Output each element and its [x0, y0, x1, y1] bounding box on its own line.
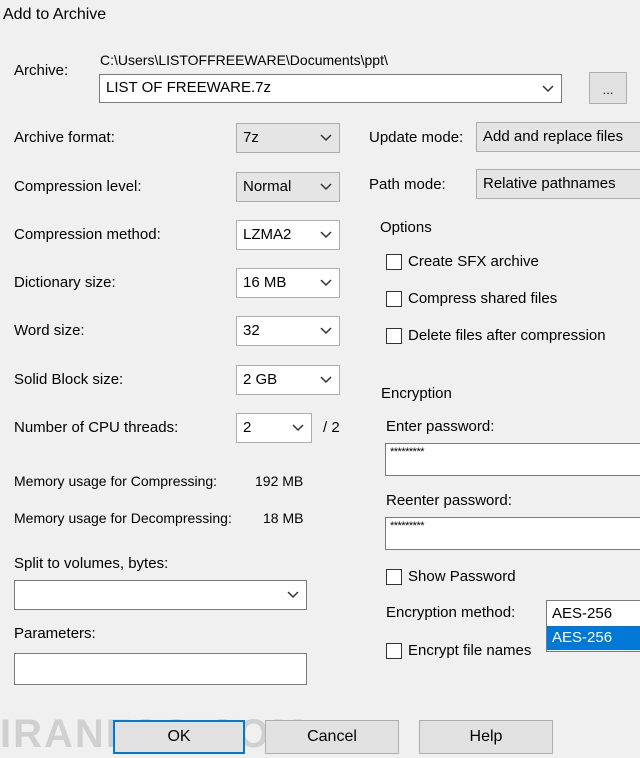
- cpu-threads-select[interactable]: 2: [236, 413, 312, 443]
- cpu-threads-label: Number of CPU threads:: [14, 419, 179, 436]
- create-sfx-label: Create SFX archive: [408, 253, 539, 270]
- ok-button[interactable]: OK: [113, 720, 245, 754]
- word-size-label: Word size:: [14, 322, 85, 339]
- archive-label: Archive:: [14, 62, 69, 79]
- chevron-down-icon: [320, 134, 332, 142]
- window-title: Add to Archive: [3, 6, 107, 23]
- compress-shared-checkbox[interactable]: [386, 291, 402, 307]
- archive-format-label: Archive format:: [14, 129, 115, 146]
- dictionary-size-select[interactable]: 16 MB: [236, 268, 340, 298]
- cpu-threads-max: / 2: [323, 419, 340, 436]
- word-size-value: 32: [243, 322, 260, 339]
- archive-format-select[interactable]: 7z: [236, 123, 340, 153]
- create-sfx-checkbox[interactable]: [386, 254, 402, 270]
- encryption-method-current: AES-256: [552, 605, 613, 622]
- chevron-down-icon: [320, 376, 332, 384]
- chevron-down-icon: [320, 183, 332, 191]
- chevron-down-icon: [320, 327, 332, 335]
- memory-compress-label: Memory usage for Compressing:: [14, 473, 218, 489]
- chevron-down-icon: [320, 279, 332, 287]
- solid-block-size-value: 2 GB: [243, 371, 278, 388]
- browse-button[interactable]: ...: [589, 72, 627, 104]
- options-title: Options: [380, 219, 432, 236]
- archive-name-combobox[interactable]: LIST OF FREEWARE.7z: [99, 74, 562, 103]
- update-mode-select[interactable]: Add and replace files: [476, 122, 640, 152]
- path-mode-select[interactable]: Relative pathnames: [476, 169, 640, 199]
- reenter-password-input[interactable]: *********: [385, 517, 640, 550]
- dictionary-size-label: Dictionary size:: [14, 274, 116, 291]
- parameters-input[interactable]: [14, 653, 307, 685]
- archive-path: C:\Users\LISTOFFREEWARE\Documents\ppt\: [100, 52, 388, 68]
- encryption-title: Encryption: [381, 385, 452, 402]
- cpu-threads-value: 2: [243, 419, 252, 436]
- delete-after-label: Delete files after compression: [408, 327, 606, 344]
- encryption-method-label: Encryption method:: [386, 604, 516, 621]
- memory-decompress-value: 18 MB: [263, 510, 304, 526]
- help-button[interactable]: Help: [419, 720, 553, 754]
- compression-method-label: Compression method:: [14, 226, 161, 243]
- show-password-checkbox[interactable]: [386, 569, 402, 585]
- compression-level-value: Normal: [243, 178, 292, 195]
- reenter-password-value: *********: [390, 520, 425, 532]
- encrypt-file-names-label: Encrypt file names: [408, 642, 532, 659]
- compression-level-label: Compression level:: [14, 178, 142, 195]
- chevron-down-icon: [287, 591, 299, 599]
- encryption-method-dropdown[interactable]: AES-256 AES-256: [546, 600, 640, 652]
- archive-name-value: LIST OF FREEWARE.7z: [106, 79, 272, 96]
- show-password-label: Show Password: [408, 568, 516, 585]
- enter-password-label: Enter password:: [386, 418, 495, 435]
- update-mode-label: Update mode:: [369, 129, 464, 146]
- memory-decompress-label: Memory usage for Decompressing:: [14, 510, 232, 526]
- chevron-down-icon: [320, 231, 332, 239]
- chevron-down-icon: [292, 424, 304, 432]
- delete-after-checkbox[interactable]: [386, 328, 402, 344]
- enter-password-input[interactable]: *********: [385, 443, 640, 476]
- compression-level-select[interactable]: Normal: [236, 172, 340, 202]
- chevron-down-icon: [542, 85, 554, 93]
- parameters-label: Parameters:: [14, 625, 96, 642]
- solid-block-size-label: Solid Block size:: [14, 371, 124, 388]
- split-volumes-combobox[interactable]: [14, 580, 307, 610]
- compression-method-select[interactable]: LZMA2: [236, 220, 340, 250]
- path-mode-value: Relative pathnames: [483, 175, 616, 192]
- compression-method-value: LZMA2: [243, 226, 292, 243]
- update-mode-value: Add and replace files: [483, 128, 624, 145]
- split-volumes-label: Split to volumes, bytes:: [14, 555, 169, 572]
- word-size-select[interactable]: 32: [236, 316, 340, 346]
- memory-compress-value: 192 MB: [255, 473, 304, 489]
- encrypt-file-names-checkbox[interactable]: [386, 643, 402, 659]
- path-mode-label: Path mode:: [369, 176, 446, 193]
- reenter-password-label: Reenter password:: [386, 492, 512, 509]
- dictionary-size-value: 16 MB: [243, 274, 287, 291]
- compress-shared-label: Compress shared files: [408, 290, 558, 307]
- encryption-method-option[interactable]: AES-256: [547, 626, 640, 650]
- solid-block-size-select[interactable]: 2 GB: [236, 365, 340, 395]
- cancel-button[interactable]: Cancel: [265, 720, 399, 754]
- archive-format-value: 7z: [243, 129, 259, 146]
- enter-password-value: *********: [390, 446, 425, 458]
